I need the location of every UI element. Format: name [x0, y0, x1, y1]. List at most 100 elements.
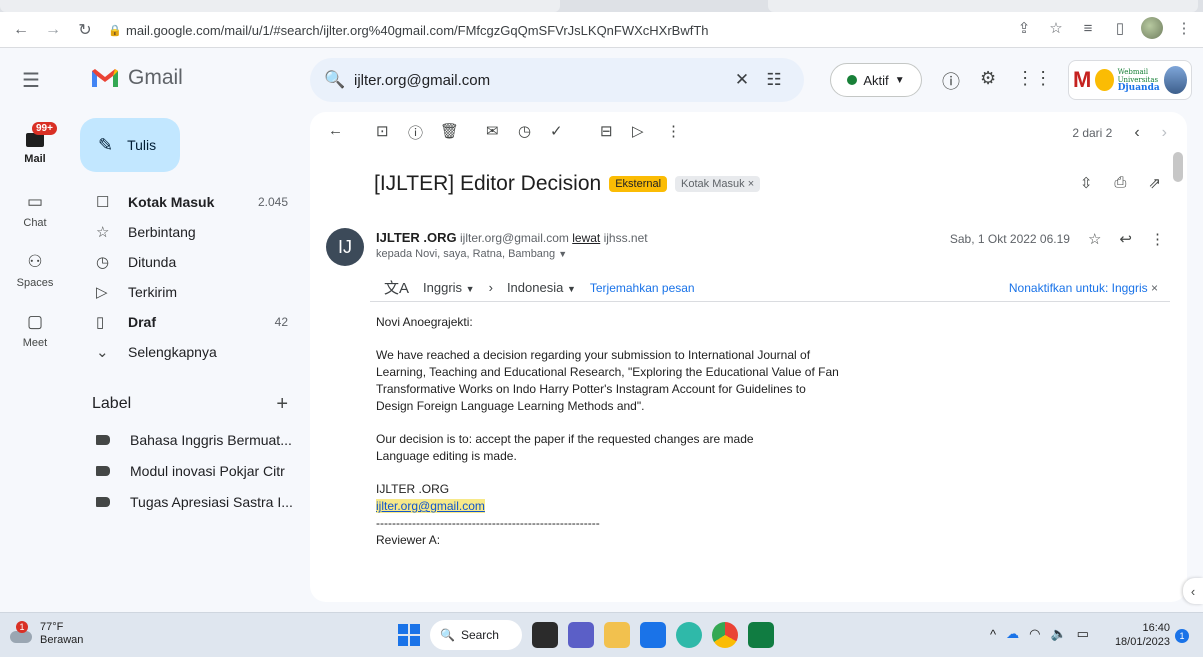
sidebar-item-label: Terkirim — [128, 284, 177, 300]
newer-icon[interactable]: ‹ — [1134, 124, 1139, 142]
taskbar-search[interactable]: 🔍 Search — [430, 620, 522, 650]
gmail-logo[interactable]: Gmail — [90, 66, 183, 90]
expand-all-icon[interactable]: ⇳ — [1080, 174, 1093, 192]
print-icon[interactable]: ⎙ — [1114, 174, 1126, 192]
search-bar[interactable]: 🔍 ijlter.org@gmail.com ✕ ☷ — [310, 58, 804, 102]
star-message-icon[interactable]: ☆ — [1088, 230, 1101, 248]
signature-email-link[interactable]: ijlter.org@gmail.com — [376, 499, 485, 513]
disable-translation-link[interactable]: Nonaktifkan untuk: Inggris × — [1009, 281, 1170, 295]
scrollbar-thumb[interactable] — [1173, 152, 1183, 182]
report-spam-icon[interactable]: ⓘ — [408, 122, 423, 143]
chrome-browser-icon[interactable] — [712, 622, 738, 648]
settings-gear-icon[interactable]: ⚙ — [980, 68, 996, 94]
forward-icon[interactable]: → — [40, 17, 66, 43]
search-input[interactable]: ijlter.org@gmail.com — [354, 72, 726, 89]
message-more-icon[interactable]: ⋮ — [1150, 230, 1165, 248]
remove-label-icon[interactable]: × — [748, 178, 754, 190]
back-icon[interactable]: ← — [8, 17, 34, 43]
target-language: Indonesia — [506, 280, 564, 295]
weather-condition: Berawan — [40, 634, 84, 646]
sidebar-item-sent[interactable]: ▷ Terkirim — [80, 277, 298, 307]
clear-search-icon[interactable]: ✕ — [726, 70, 758, 90]
add-to-tasks-icon[interactable]: ✓ — [550, 122, 563, 140]
bookmark-star-icon[interactable]: ☆ — [1045, 17, 1067, 39]
mail-app-icon[interactable] — [640, 622, 666, 648]
mark-unread-icon[interactable]: ✉ — [486, 122, 499, 140]
reply-icon[interactable]: ↩ — [1119, 230, 1132, 248]
account-avatar[interactable] — [1163, 66, 1187, 94]
inbox-chip[interactable]: Kotak Masuk × — [675, 176, 761, 192]
recipients-dropdown[interactable]: kepada Novi, saya, Ratna, Bambang ▼ — [376, 248, 567, 260]
sidebar-item-snoozed[interactable]: ◷ Ditunda — [80, 247, 298, 277]
label-item[interactable]: Tugas Apresiasi Sastra I... — [80, 486, 298, 517]
excel-icon[interactable] — [748, 622, 774, 648]
rail-item-spaces[interactable]: ⚇ Spaces — [0, 252, 70, 289]
wifi-icon[interactable]: ◠ — [1029, 626, 1040, 642]
email-body: Novi Anoegrajekti: We have reached a dec… — [376, 314, 846, 549]
weather-widget[interactable]: 1 77°F Berawan — [8, 621, 83, 647]
windows-start-icon[interactable] — [398, 624, 420, 646]
volume-icon[interactable]: 🔈 — [1050, 626, 1066, 642]
edge-browser-icon[interactable] — [676, 622, 702, 648]
teams-chat-icon[interactable] — [568, 622, 594, 648]
sidebar-item-more[interactable]: ⌄ Selengkapnya — [80, 337, 298, 367]
main-menu-icon[interactable]: ☰ — [22, 68, 40, 93]
move-to-icon[interactable]: ⊟ — [600, 122, 613, 140]
rail-item-mail[interactable]: 99+ Mail — [0, 122, 70, 165]
browser-menu-icon[interactable]: ⋮ — [1173, 17, 1195, 39]
status-dropdown[interactable]: Aktif ▼ — [830, 63, 922, 97]
label-item[interactable]: Modul inovasi Pokjar Citr — [80, 455, 298, 486]
translate-message-link[interactable]: Terjemahkan pesan — [590, 281, 695, 295]
search-options-icon[interactable]: ☷ — [758, 70, 790, 90]
sender-name[interactable]: IJLTER .ORG — [376, 230, 457, 245]
battery-icon[interactable]: ▭ — [1077, 626, 1089, 642]
back-to-list-icon[interactable]: ← — [328, 122, 343, 139]
close-icon[interactable]: × — [1151, 281, 1158, 295]
workspace-logo[interactable]: M Webmail Universitas Djuanda — [1068, 60, 1192, 100]
share-icon[interactable]: ⇪ — [1013, 17, 1035, 39]
recipients-text: kepada Novi, saya, Ratna, Bambang — [376, 248, 556, 260]
older-icon[interactable]: › — [1162, 124, 1167, 142]
sidebar-item-inbox[interactable]: ☐ Kotak Masuk 2.045 — [80, 187, 298, 217]
reload-icon[interactable]: ↻ — [72, 17, 98, 43]
via-domain: ijhss.net — [603, 231, 648, 245]
label-icon[interactable]: ▷ — [632, 122, 644, 140]
add-label-icon[interactable]: + — [276, 393, 298, 416]
task-view-icon[interactable] — [532, 622, 558, 648]
side-panel-icon[interactable]: ▯ — [1109, 17, 1131, 39]
snooze-icon[interactable]: ◷ — [518, 122, 531, 140]
taskbar: 1 77°F Berawan 🔍 Search ^ ☁ ◠ 🔈 ▭ 16:40 … — [0, 612, 1203, 657]
notification-badge[interactable]: 1 — [1175, 629, 1189, 643]
clock[interactable]: 16:40 18/01/2023 — [1112, 621, 1170, 649]
rail-item-chat[interactable]: ▭ Chat — [0, 192, 70, 229]
weather-temperature: 77°F — [40, 621, 64, 633]
show-hidden-icons-icon[interactable]: ^ — [990, 627, 996, 642]
workspace-logo-line3: Djuanda — [1117, 83, 1160, 93]
more-options-icon[interactable]: ⋮ — [666, 122, 681, 140]
sender-avatar[interactable]: IJ — [326, 228, 364, 266]
rail-item-meet[interactable]: ▢ Meet — [0, 312, 70, 349]
browser-profile-avatar[interactable] — [1141, 17, 1163, 39]
target-language-select[interactable]: Indonesia ▼ — [507, 280, 576, 295]
sidebar-item-starred[interactable]: ☆ Berbintang — [80, 217, 298, 247]
sidebar-item-drafts[interactable]: ▯ Draf 42 — [80, 307, 298, 337]
file-explorer-icon[interactable] — [604, 622, 630, 648]
compose-button[interactable]: ✎ Tulis — [80, 118, 180, 172]
apps-grid-icon[interactable]: ⋮⋮ — [1016, 68, 1052, 94]
search-icon[interactable]: 🔍 — [324, 70, 354, 90]
reading-list-icon[interactable]: ≡ — [1077, 17, 1099, 39]
onedrive-icon[interactable]: ☁ — [1006, 626, 1019, 642]
sidebar-item-label: Draf — [128, 314, 157, 330]
label-item[interactable]: Bahasa Inggris Bermuat... — [80, 424, 298, 455]
show-side-panel-icon[interactable]: ‹ — [1183, 578, 1203, 604]
delete-icon[interactable]: 🗑 — [440, 122, 459, 140]
browser-tab[interactable] — [0, 0, 560, 12]
address-bar[interactable]: 🔒 mail.google.com/mail/u/1/#search/ijlte… — [108, 17, 998, 43]
open-new-window-icon[interactable]: ⇗ — [1148, 174, 1161, 192]
support-icon[interactable]: ⓘ — [942, 68, 960, 94]
url-text[interactable]: mail.google.com/mail/u/1/#search/ijlter.… — [126, 23, 709, 38]
archive-icon[interactable]: ⊡ — [376, 122, 389, 140]
source-language-select[interactable]: Inggris ▼ — [423, 280, 475, 295]
via-label[interactable]: lewat — [572, 231, 600, 245]
browser-tab[interactable] — [768, 0, 1198, 12]
